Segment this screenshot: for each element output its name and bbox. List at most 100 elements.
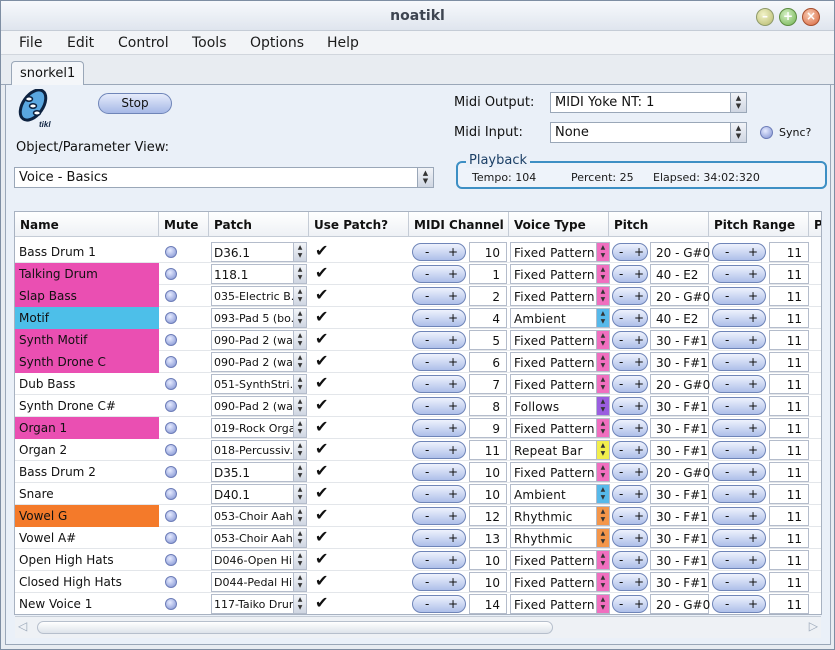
minus-button[interactable]: - bbox=[619, 399, 623, 413]
plus-button[interactable]: + bbox=[634, 553, 644, 567]
channel-value[interactable]: 12 bbox=[469, 506, 507, 526]
pitch-stepper[interactable]: - + bbox=[612, 419, 648, 437]
plus-button[interactable]: + bbox=[448, 289, 458, 303]
minus-button[interactable]: - bbox=[725, 421, 729, 435]
pitch-value[interactable]: 30 - F#1 bbox=[650, 330, 709, 350]
voice-type-select[interactable]: Ambient ▲ ▼ bbox=[510, 308, 610, 328]
mute-radio[interactable] bbox=[165, 268, 177, 280]
plus-button[interactable]: + bbox=[634, 399, 644, 413]
use-patch-checkbox[interactable]: ✔ bbox=[315, 507, 328, 529]
pitch-range-stepper[interactable]: - + bbox=[712, 485, 766, 503]
channel-value[interactable]: 13 bbox=[469, 528, 507, 548]
voice-name[interactable]: New Voice 1 bbox=[15, 593, 159, 614]
col-use-patch[interactable]: Use Patch? bbox=[309, 212, 409, 237]
channel-stepper[interactable]: - + bbox=[412, 309, 466, 327]
table-row[interactable]: Motif 093-Pad 5 (bo... ▲ ▼ ✔ - +4 Ambient ▲ ▼ - + 4… bbox=[15, 307, 821, 331]
plus-button[interactable]: + bbox=[634, 311, 644, 325]
minus-button[interactable]: - bbox=[425, 487, 429, 501]
patch-select[interactable]: 053-Choir Aahs ▲ ▼ bbox=[211, 506, 307, 526]
channel-stepper[interactable]: - + bbox=[412, 353, 466, 371]
pitch-range-stepper[interactable]: - + bbox=[712, 265, 766, 283]
menu-tools[interactable]: Tools bbox=[192, 35, 227, 51]
voice-name[interactable]: Vowel A# bbox=[15, 527, 159, 549]
horizontal-scrollbar[interactable]: ◁ ▷ bbox=[15, 616, 821, 638]
voice-type-select[interactable]: Repeat Bar ▲ ▼ bbox=[510, 440, 610, 460]
pitch-range-stepper[interactable]: - + bbox=[712, 507, 766, 525]
pitch-value[interactable]: 30 - F#1 bbox=[650, 506, 709, 526]
scroll-right-icon[interactable]: ▷ bbox=[809, 619, 818, 633]
voice-name[interactable]: Synth Drone C# bbox=[15, 395, 159, 417]
pitch-stepper[interactable]: - + bbox=[612, 243, 648, 261]
minus-button[interactable]: - bbox=[725, 487, 729, 501]
table-row[interactable]: Slap Bass 035-Electric B... ▲ ▼ ✔ - +2 Fixed Pa… bbox=[15, 285, 821, 307]
pitch-range-stepper[interactable]: - + bbox=[712, 529, 766, 547]
plus-button[interactable]: + bbox=[748, 333, 758, 347]
voice-type-select[interactable]: Fixed Pattern ▲ ▼ bbox=[510, 462, 610, 482]
minus-button[interactable]: - bbox=[619, 245, 623, 259]
pitch-value[interactable]: 20 - G#0 bbox=[650, 374, 710, 394]
minus-button[interactable]: - bbox=[425, 289, 429, 303]
pitch-range-value[interactable]: 11 bbox=[769, 286, 809, 306]
plus-button[interactable]: + bbox=[634, 509, 644, 523]
minus-button[interactable]: - bbox=[425, 399, 429, 413]
minus-button[interactable]: - bbox=[619, 575, 623, 589]
use-patch-checkbox[interactable]: ✔ bbox=[315, 485, 328, 507]
plus-button[interactable]: + bbox=[748, 311, 758, 325]
plus-button[interactable]: + bbox=[748, 399, 758, 413]
voice-name[interactable]: Snare bbox=[15, 483, 159, 505]
channel-value[interactable]: 6 bbox=[469, 352, 507, 372]
plus-button[interactable]: + bbox=[748, 487, 758, 501]
plus-button[interactable]: + bbox=[448, 355, 458, 369]
pitch-range-value[interactable]: 11 bbox=[769, 352, 809, 372]
object-view-select[interactable]: Voice - Basics ▲ ▼ bbox=[14, 167, 434, 188]
minus-button[interactable]: - bbox=[425, 597, 429, 611]
patch-select[interactable]: 090-Pad 2 (wa... ▲ ▼ bbox=[211, 396, 307, 416]
mute-radio[interactable] bbox=[165, 510, 177, 522]
pitch-range-stepper[interactable]: - + bbox=[712, 353, 766, 371]
pitch-value[interactable]: 20 - G#0 bbox=[650, 594, 710, 614]
pitch-value[interactable]: 30 - F#1 bbox=[650, 550, 709, 570]
pitch-value[interactable]: 30 - F#1 bbox=[650, 440, 709, 460]
plus-button[interactable]: + bbox=[448, 597, 458, 611]
table-row[interactable]: Bass Drum 2 D35.1 ▲ ▼ ✔ - +10 Fixed Pattern ▲ ▼ - +… bbox=[15, 461, 821, 483]
voice-name[interactable]: Talking Drum bbox=[15, 263, 159, 285]
channel-value[interactable]: 14 bbox=[469, 594, 507, 614]
col-voice-type[interactable]: Voice Type bbox=[509, 212, 609, 237]
plus-button[interactable]: + bbox=[448, 267, 458, 281]
channel-value[interactable]: 5 bbox=[469, 330, 507, 350]
use-patch-checkbox[interactable]: ✔ bbox=[315, 309, 328, 331]
pitch-stepper[interactable]: - + bbox=[612, 353, 648, 371]
pitch-range-stepper[interactable]: - + bbox=[712, 463, 766, 481]
pitch-stepper[interactable]: - + bbox=[612, 331, 648, 349]
plus-button[interactable]: + bbox=[634, 597, 644, 611]
voice-name[interactable]: Synth Motif bbox=[15, 329, 159, 351]
channel-value[interactable]: 10 bbox=[469, 242, 507, 262]
plus-button[interactable]: + bbox=[634, 289, 644, 303]
minus-button[interactable]: - bbox=[425, 509, 429, 523]
patch-select[interactable]: D044-Pedal Hi... ▲ ▼ bbox=[211, 572, 307, 592]
channel-stepper[interactable]: - + bbox=[412, 463, 466, 481]
pitch-stepper[interactable]: - + bbox=[612, 595, 648, 613]
plus-button[interactable]: + bbox=[748, 465, 758, 479]
pitch-stepper[interactable]: - + bbox=[612, 287, 648, 305]
plus-button[interactable]: + bbox=[634, 443, 644, 457]
pitch-stepper[interactable]: - + bbox=[612, 309, 648, 327]
channel-value[interactable]: 11 bbox=[469, 440, 507, 460]
minus-button[interactable]: - bbox=[425, 465, 429, 479]
minus-button[interactable]: - bbox=[725, 311, 729, 325]
col-pitch[interactable]: Pitch bbox=[609, 212, 709, 237]
voice-type-select[interactable]: Rhythmic ▲ ▼ bbox=[510, 506, 610, 526]
voice-name[interactable]: Synth Drone C bbox=[15, 351, 159, 373]
pitch-range-stepper[interactable]: - + bbox=[712, 573, 766, 591]
channel-value[interactable]: 10 bbox=[469, 550, 507, 570]
pitch-value[interactable]: 20 - G#0 bbox=[650, 286, 710, 306]
pitch-value[interactable]: 40 - E2 bbox=[650, 264, 709, 284]
voice-type-select[interactable]: Fixed Pattern ▲ ▼ bbox=[510, 572, 610, 592]
minus-button[interactable]: - bbox=[619, 377, 623, 391]
pitch-value[interactable]: 30 - F#1 bbox=[650, 528, 709, 548]
pitch-range-value[interactable]: 11 bbox=[769, 308, 809, 328]
patch-select[interactable]: 051-SynthStri... ▲ ▼ bbox=[211, 374, 307, 394]
voice-name[interactable]: Dub Bass bbox=[15, 373, 159, 395]
voice-type-select[interactable]: Fixed Pattern ▲ ▼ bbox=[510, 330, 610, 350]
use-patch-checkbox[interactable]: ✔ bbox=[315, 573, 328, 595]
